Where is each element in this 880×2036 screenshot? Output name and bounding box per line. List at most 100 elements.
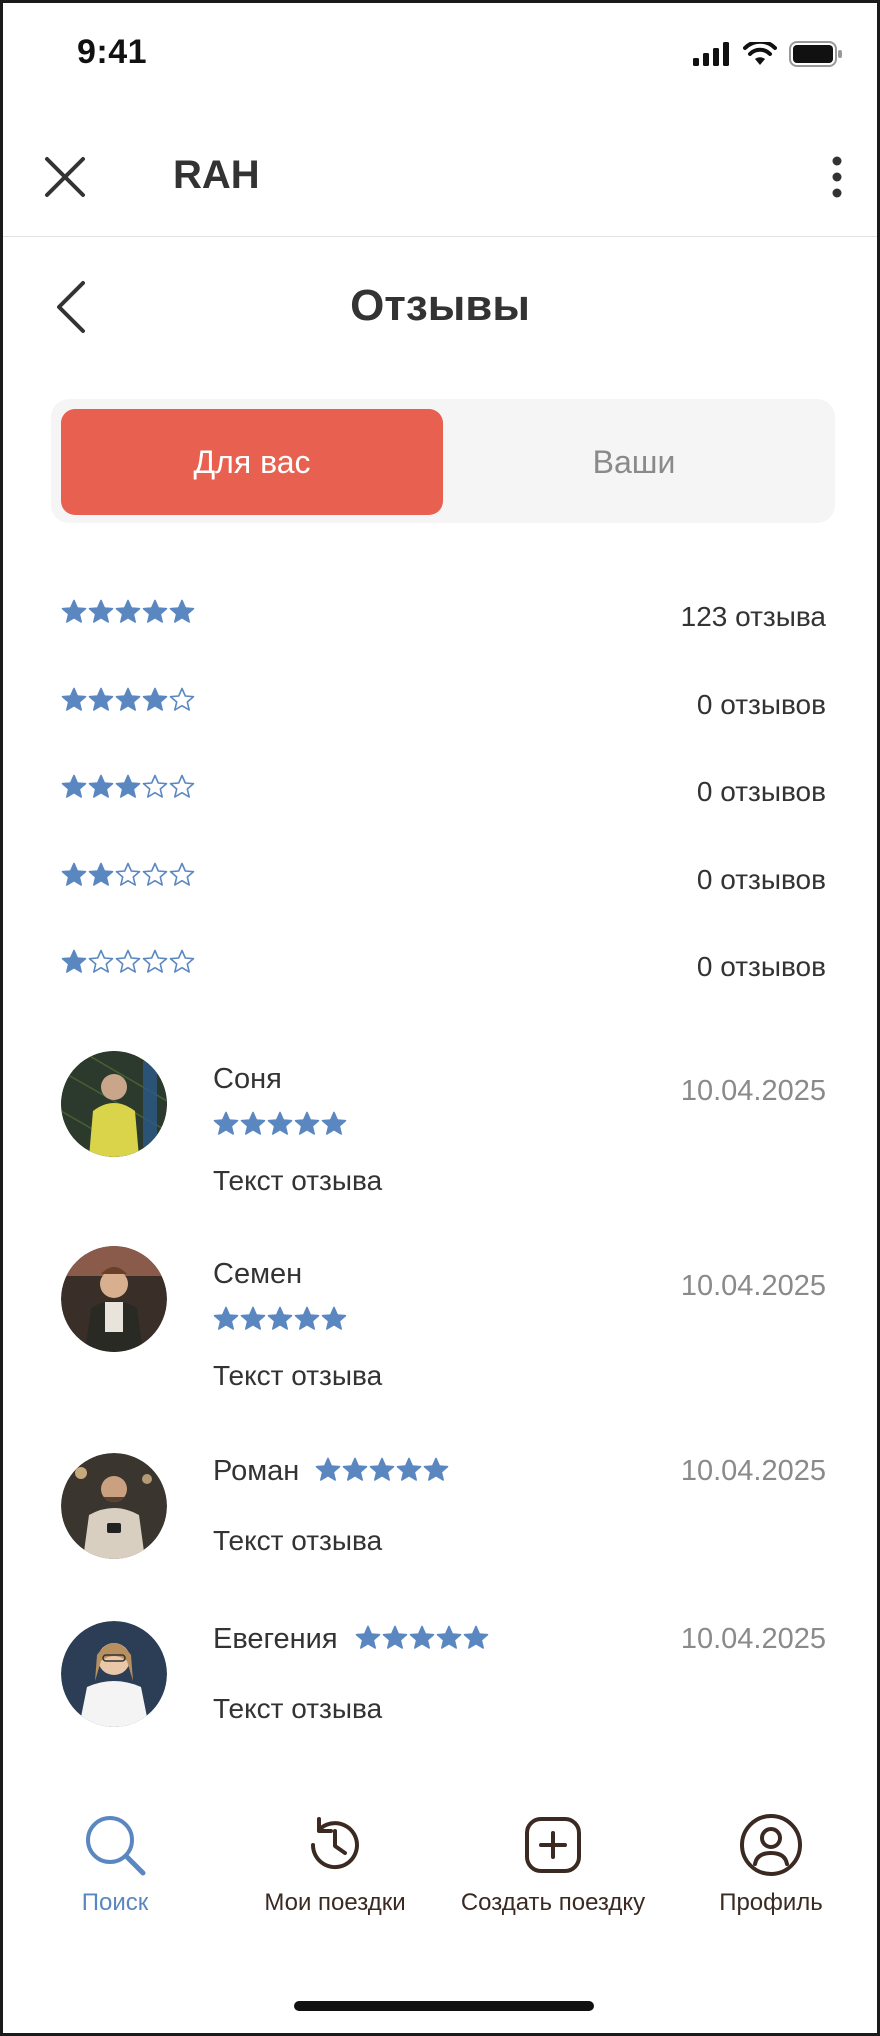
reviewer-name: Роман <box>213 1455 300 1487</box>
star-filled-icon <box>355 1625 381 1649</box>
star-filled-icon <box>409 1625 435 1649</box>
star-filled-icon <box>61 774 87 798</box>
reviewer-name: Соня <box>213 1063 282 1095</box>
star-rating <box>61 687 195 713</box>
review-date: 10.04.2025 <box>680 1270 826 1302</box>
app-title: RAH <box>173 153 260 197</box>
home-indicator <box>294 2001 594 2011</box>
star-filled-icon <box>267 1111 293 1135</box>
star-filled-icon <box>294 1306 320 1330</box>
star-rating <box>61 599 195 625</box>
nav-my-trips[interactable]: Мои поездки <box>225 1803 445 1917</box>
history-icon <box>310 1817 359 1870</box>
star-outline-icon <box>142 949 168 973</box>
review-stars <box>315 1457 449 1483</box>
rating-count: 0 отзывов <box>696 864 826 895</box>
review-item[interactable]: Евегения 10.04.2025 Текст отзыва <box>61 1621 826 1751</box>
star-filled-icon <box>115 599 141 623</box>
star-outline-icon <box>115 862 141 886</box>
rating-count: 0 отзывов <box>696 776 826 807</box>
search-icon <box>86 1816 146 1876</box>
page-title: Отзывы <box>350 281 530 330</box>
star-outline-icon <box>169 949 195 973</box>
avatar <box>61 1621 167 1727</box>
rating-row-2: 0 отзывов <box>61 862 826 902</box>
star-filled-icon <box>423 1457 449 1481</box>
close-icon[interactable] <box>43 155 87 199</box>
more-vertical-icon[interactable] <box>825 155 849 199</box>
rating-count: 0 отзывов <box>696 951 826 982</box>
star-outline-icon <box>88 949 114 973</box>
signal-icon <box>693 42 729 66</box>
nav-label: Мои поездки <box>264 1889 406 1916</box>
nav-search[interactable]: Поиск <box>5 1803 225 1917</box>
review-item[interactable]: Соня 10.04.2025 Текст отзыва <box>61 1051 826 1221</box>
star-filled-icon <box>267 1306 293 1330</box>
star-filled-icon <box>213 1111 239 1135</box>
star-filled-icon <box>88 774 114 798</box>
tab-yours[interactable]: Ваши <box>443 409 825 515</box>
star-rating <box>61 949 195 975</box>
star-filled-icon <box>61 687 87 711</box>
review-item[interactable]: Семен 10.04.2025 Текст отзыва <box>61 1246 826 1416</box>
tab-for-you[interactable]: Для вас <box>61 409 443 515</box>
segmented-control: Для вас Ваши <box>51 399 835 523</box>
nav-create-trip[interactable]: Создать поездку <box>443 1803 663 1917</box>
bottom-navigation: Поиск Мои поездки Создать поездку Профил… <box>3 1803 877 1943</box>
star-filled-icon <box>88 862 114 886</box>
nav-label: Профиль <box>719 1889 823 1916</box>
review-text: Текст отзыва <box>213 1693 383 1724</box>
star-rating <box>61 774 195 800</box>
review-text: Текст отзыва <box>213 1165 383 1196</box>
star-filled-icon <box>436 1625 462 1649</box>
star-filled-icon <box>115 774 141 798</box>
rating-row-4: 0 отзывов <box>61 687 826 727</box>
star-filled-icon <box>142 599 168 623</box>
rating-row-1: 0 отзывов <box>61 949 826 989</box>
star-filled-icon <box>240 1111 266 1135</box>
nav-label: Поиск <box>81 1889 149 1916</box>
star-filled-icon <box>88 687 114 711</box>
star-filled-icon <box>88 599 114 623</box>
star-filled-icon <box>169 599 195 623</box>
star-outline-icon <box>169 774 195 798</box>
star-filled-icon <box>61 949 87 973</box>
reviewer-name: Семен <box>213 1258 303 1290</box>
star-filled-icon <box>315 1457 341 1481</box>
star-outline-icon <box>142 862 168 886</box>
app-bar: RAH <box>3 113 877 237</box>
profile-icon <box>740 1814 802 1876</box>
star-filled-icon <box>369 1457 395 1481</box>
star-filled-icon <box>463 1625 489 1649</box>
star-filled-icon <box>115 687 141 711</box>
star-filled-icon <box>342 1457 368 1481</box>
star-outline-icon <box>169 862 195 886</box>
nav-profile[interactable]: Профиль <box>661 1803 877 1917</box>
rating-row-5: 123 отзыва <box>61 599 826 639</box>
rating-count: 123 отзыва <box>680 601 826 632</box>
phone-frame: 9:41 RAH Отзывы Для вас Ваши 123 отзыва … <box>0 0 880 2036</box>
star-filled-icon <box>382 1625 408 1649</box>
star-filled-icon <box>321 1306 347 1330</box>
wifi-icon <box>743 42 777 65</box>
rating-count: 0 отзывов <box>696 689 826 720</box>
star-filled-icon <box>61 599 87 623</box>
star-outline-icon <box>169 687 195 711</box>
avatar <box>61 1453 167 1559</box>
review-stars <box>355 1625 489 1651</box>
review-text: Текст отзыва <box>213 1525 383 1556</box>
review-date: 10.04.2025 <box>680 1623 826 1655</box>
reviewer-name: Евегения <box>213 1623 338 1655</box>
status-bar: 9:41 <box>3 3 877 113</box>
review-date: 10.04.2025 <box>680 1075 826 1107</box>
star-outline-icon <box>115 949 141 973</box>
star-filled-icon <box>321 1111 347 1135</box>
review-text: Текст отзыва <box>213 1360 383 1391</box>
star-outline-icon <box>142 774 168 798</box>
nav-label: Создать поездку <box>460 1889 646 1916</box>
review-item[interactable]: Роман 10.04.2025 Текст отзыва <box>61 1453 826 1583</box>
star-filled-icon <box>396 1457 422 1481</box>
review-stars <box>213 1111 347 1137</box>
status-time: 9:41 <box>77 33 148 71</box>
star-filled-icon <box>142 687 168 711</box>
